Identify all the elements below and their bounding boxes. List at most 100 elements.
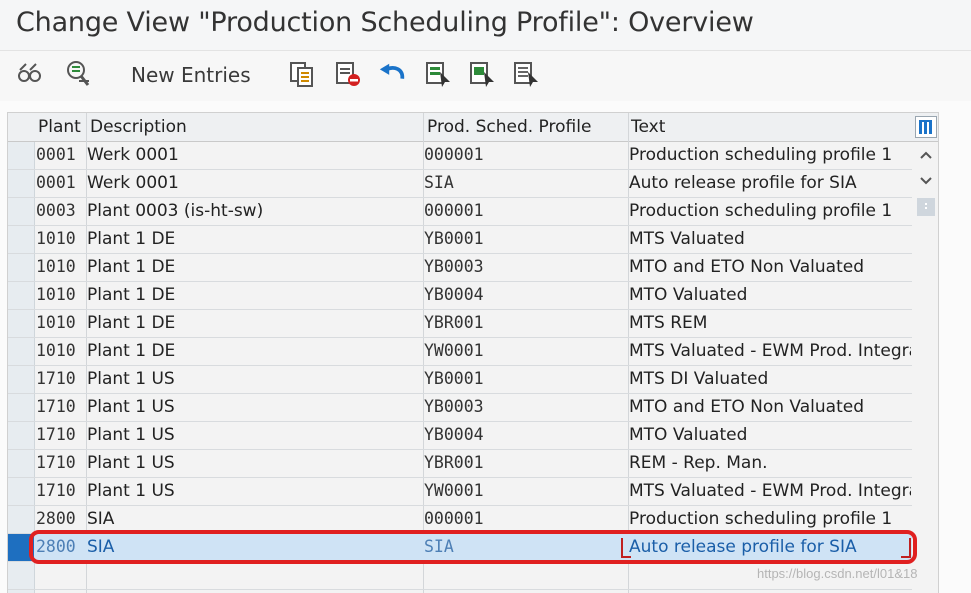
- cell-description: Plant 1 US: [87, 453, 175, 473]
- cell-text[interactable]: Auto release profile for SIA: [629, 173, 911, 193]
- cell-profile[interactable]: 000001: [424, 509, 624, 528]
- cell-description: Plant 1 DE: [87, 285, 176, 305]
- deselect-all-icon[interactable]: [512, 60, 540, 88]
- select-all-icon[interactable]: [424, 60, 452, 88]
- watermark: https://blog.csdn.net/l01&18: [757, 566, 918, 581]
- table-row[interactable]: 1710 Plant 1 US YB0004 MTO Valuated: [8, 422, 912, 450]
- scroll-thumb[interactable]: [917, 198, 935, 216]
- cell-profile[interactable]: YW0001: [424, 341, 624, 360]
- row-selector[interactable]: [8, 506, 34, 533]
- table-row[interactable]: 1010 Plant 1 DE YW0001 MTS Valuated - EWM P…: [8, 338, 912, 366]
- column-header-text[interactable]: Text: [631, 117, 665, 137]
- cell-description: Plant 1 DE: [87, 313, 176, 333]
- row-selector[interactable]: [8, 394, 34, 421]
- row-selector[interactable]: [8, 450, 34, 477]
- cell-edit-bracket-right: [901, 538, 911, 558]
- cell-profile[interactable]: YB0004: [424, 285, 624, 304]
- column-header-profile[interactable]: Prod. Sched. Profile: [427, 117, 591, 137]
- cell-profile[interactable]: YB0001: [424, 229, 624, 248]
- cell-description: Plant 1 US: [87, 481, 175, 501]
- cell-text[interactable]: Auto release profile for SIA: [629, 537, 911, 557]
- row-selector[interactable]: [8, 534, 34, 561]
- table-row[interactable]: 0001 Werk 0001 SIA Auto release profile for…: [8, 170, 912, 198]
- copy-as-icon[interactable]: [288, 60, 316, 88]
- cell-profile[interactable]: YB0003: [424, 257, 624, 276]
- cell-description: Plant 1 DE: [87, 257, 176, 277]
- cell-plant: 1010: [36, 285, 76, 304]
- table-row[interactable]: 0001 Werk 0001 000001 Production scheduling…: [8, 142, 912, 170]
- table-row[interactable]: 2800 SIA SIA Auto release profile for SIA: [8, 534, 912, 562]
- row-selector[interactable]: [8, 338, 34, 365]
- cell-profile[interactable]: 000001: [424, 145, 624, 164]
- new-entries-button[interactable]: New Entries: [131, 63, 251, 87]
- cell-text[interactable]: MTO and ETO Non Valuated: [629, 257, 911, 277]
- row-selector[interactable]: [8, 478, 34, 505]
- cell-profile[interactable]: YB0004: [424, 425, 624, 444]
- row-selector[interactable]: [8, 198, 34, 225]
- table-settings-button[interactable]: [915, 116, 937, 138]
- table-row[interactable]: 1710 Plant 1 US YB0001 MTS DI Valuated: [8, 366, 912, 394]
- cell-plant: 1010: [36, 313, 76, 332]
- select-icon[interactable]: [64, 60, 92, 88]
- cell-profile[interactable]: YBR001: [424, 313, 624, 332]
- toolbar: New Entries: [0, 51, 971, 101]
- row-selector[interactable]: [8, 422, 34, 449]
- cell-profile[interactable]: SIA: [424, 173, 624, 192]
- cell-plant: 0001: [36, 173, 76, 192]
- row-selector[interactable]: [8, 226, 34, 253]
- scroll-down-icon[interactable]: [917, 172, 935, 190]
- row-selector[interactable]: [8, 366, 34, 393]
- table-row[interactable]: 0003 Plant 0003 (is-ht-sw) 000001 Productio…: [8, 198, 912, 226]
- cell-text[interactable]: MTO Valuated: [629, 285, 911, 305]
- row-selector[interactable]: [8, 170, 34, 197]
- row-selector[interactable]: [8, 142, 34, 169]
- delete-icon[interactable]: [334, 60, 362, 88]
- row-selector[interactable]: [8, 282, 34, 309]
- row-selector[interactable]: [8, 254, 34, 281]
- undo-icon[interactable]: [378, 60, 406, 88]
- cell-plant: 0001: [36, 145, 76, 164]
- cell-plant: 1010: [36, 229, 76, 248]
- cell-text[interactable]: REM - Rep. Man.: [629, 453, 911, 473]
- row-selector[interactable]: [8, 310, 34, 337]
- select-block-icon[interactable]: [468, 60, 496, 88]
- cell-plant: 1710: [36, 481, 76, 500]
- cell-text[interactable]: Production scheduling profile 1: [629, 201, 911, 221]
- cell-text[interactable]: MTS DI Valuated: [629, 369, 911, 389]
- table-row[interactable]: 1010 Plant 1 DE YBR001 MTS REM: [8, 310, 912, 338]
- cell-profile[interactable]: YBR001: [424, 453, 624, 472]
- cell-text[interactable]: MTS Valuated: [629, 229, 911, 249]
- table-row[interactable]: 2800 SIA 000001 Production scheduling profi…: [8, 506, 912, 534]
- cell-text[interactable]: MTO and ETO Non Valuated: [629, 397, 911, 417]
- cell-text[interactable]: MTS Valuated - EWM Prod. Integrat: [629, 481, 911, 501]
- column-header-plant[interactable]: Plant: [38, 117, 81, 137]
- cell-description: Plant 1 DE: [87, 341, 176, 361]
- cell-profile[interactable]: 000001: [424, 201, 624, 220]
- page-title: Change View "Production Scheduling Profi…: [16, 7, 754, 38]
- vertical-scrollbar[interactable]: [913, 142, 938, 592]
- table-row[interactable]: 1710 Plant 1 US YW0001 MTS Valuated - EWM P…: [8, 478, 912, 506]
- cell-text[interactable]: MTS REM: [629, 313, 911, 333]
- cell-description: Werk 0001: [87, 173, 179, 193]
- scroll-up-icon[interactable]: [917, 146, 935, 164]
- table-row[interactable]: 1010 Plant 1 DE YB0003 MTO and ETO Non Valu…: [8, 254, 912, 282]
- cell-plant: 2800: [36, 537, 76, 556]
- cell-description: SIA: [87, 509, 115, 529]
- cell-profile[interactable]: YB0003: [424, 397, 624, 416]
- column-header-description[interactable]: Description: [90, 117, 187, 137]
- display-change-icon[interactable]: [16, 60, 44, 88]
- table-row[interactable]: 1010 Plant 1 DE YB0001 MTS Valuated: [8, 226, 912, 254]
- cell-text[interactable]: MTS Valuated - EWM Prod. Integrat: [629, 341, 911, 361]
- table-row[interactable]: 1010 Plant 1 DE YB0004 MTO Valuated: [8, 282, 912, 310]
- cell-plant: 1710: [36, 397, 76, 416]
- cell-profile[interactable]: YB0001: [424, 369, 624, 388]
- cell-plant: 1710: [36, 425, 76, 444]
- cell-profile[interactable]: SIA: [424, 537, 624, 556]
- cell-text[interactable]: Production scheduling profile 1: [629, 145, 911, 165]
- table-row[interactable]: 1710 Plant 1 US YB0003 MTO and ETO Non Valu…: [8, 394, 912, 422]
- table-row[interactable]: 1710 Plant 1 US YBR001 REM - Rep. Man.: [8, 450, 912, 478]
- cell-text[interactable]: Production scheduling profile 1: [629, 509, 911, 529]
- cell-profile[interactable]: YW0001: [424, 481, 624, 500]
- cell-text[interactable]: MTO Valuated: [629, 425, 911, 445]
- cell-description: Plant 1 US: [87, 369, 175, 389]
